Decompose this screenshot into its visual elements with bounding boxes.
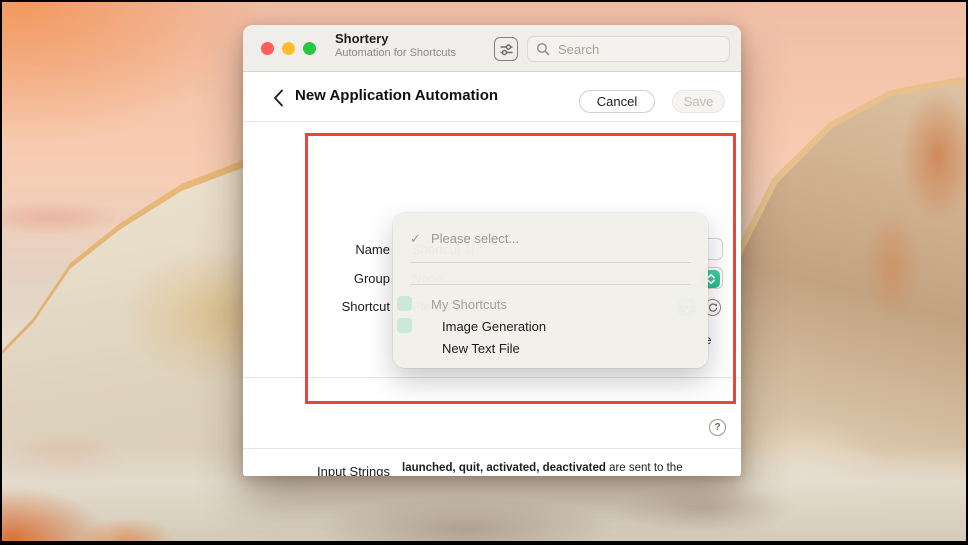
close-window-button[interactable]	[261, 42, 274, 55]
zoom-window-button[interactable]	[303, 42, 316, 55]
input-strings-line1: launched, quit, activated, deactivated a…	[402, 462, 683, 474]
traffic-lights	[261, 42, 316, 55]
shortcut-ghost-icon	[397, 296, 412, 311]
section-divider	[243, 377, 741, 378]
titlebar: Shortery Automation for Shortcuts	[243, 25, 741, 72]
search-icon	[536, 42, 550, 56]
desktop: Shortery Automation for Shortcuts Search…	[2, 2, 966, 541]
group-label: Group	[353, 271, 390, 286]
chevron-left-icon	[273, 89, 285, 107]
refresh-icon	[708, 302, 718, 313]
input-strings-description: launched, quit, activated, deactivated a…	[402, 461, 712, 476]
screenshot-frame: Shortery Automation for Shortcuts Search…	[0, 0, 968, 545]
input-strings-line2: shortcut when run.	[402, 475, 712, 476]
app-name: Shortery	[335, 31, 389, 46]
menu-group-header: My Shortcuts	[431, 297, 507, 312]
minimize-window-button[interactable]	[282, 42, 295, 55]
back-button[interactable]	[273, 89, 285, 107]
page-title: New Application Automation	[295, 87, 499, 104]
menu-item-please-select[interactable]: Please select...	[431, 231, 519, 246]
cancel-button[interactable]: Cancel	[579, 90, 655, 113]
app-title-block: Shortery Automation for Shortcuts	[335, 32, 456, 59]
question-icon: ?	[714, 422, 721, 433]
search-input[interactable]	[556, 40, 706, 58]
menu-item-image-generation[interactable]: Image Generation	[442, 319, 546, 334]
search-field[interactable]	[527, 36, 730, 62]
name-label: Name	[355, 242, 390, 257]
help-button[interactable]: ?	[709, 419, 726, 436]
menu-separator	[410, 284, 691, 285]
shortcut-dropdown-menu: ✓ Please select... My Shortcuts Image Ge…	[393, 213, 708, 368]
filter-sliders-button[interactable]	[494, 37, 518, 61]
shortcut-ghost-icon	[397, 318, 412, 333]
menu-item-new-text-file[interactable]: New Text File	[442, 341, 520, 356]
shortcut-label: Shortcut	[341, 299, 390, 314]
section-divider	[243, 448, 741, 449]
menu-separator	[410, 262, 691, 263]
nav-header: New Application Automation Cancel Save	[243, 73, 741, 122]
shortery-window: Shortery Automation for Shortcuts Search…	[243, 25, 741, 476]
app-subtitle: Automation for Shortcuts	[335, 47, 457, 59]
check-icon: ✓	[410, 231, 421, 246]
save-button[interactable]: Save	[672, 90, 725, 113]
input-strings-label: Input Strings	[317, 464, 390, 476]
sliders-icon	[499, 42, 514, 57]
